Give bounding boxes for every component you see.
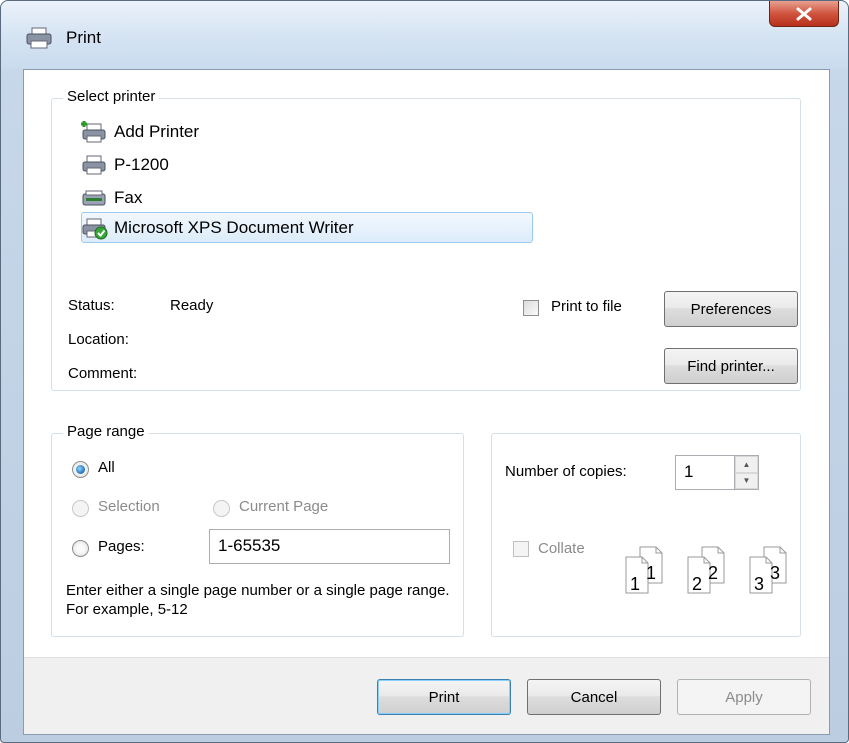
collate-page-number: 3 — [770, 563, 780, 583]
add-printer-icon — [81, 121, 106, 143]
close-button[interactable] — [769, 1, 839, 27]
printer-item-add-printer[interactable]: Add Printer — [77, 117, 199, 147]
print-dialog: Print Select printer Add Printer P-1200 … — [0, 0, 849, 743]
printer-name: P-1200 — [114, 155, 169, 174]
pages-radio[interactable] — [72, 540, 89, 557]
collate-illustration: 1 1 2 2 3 3 — [624, 545, 806, 599]
all-radio[interactable] — [72, 461, 89, 478]
printer-name: Add Printer — [114, 122, 200, 141]
location-label: Location: — [68, 331, 129, 348]
collate-label: Collate — [538, 540, 585, 557]
selection-radio[interactable] — [72, 500, 89, 517]
pages-label: Pages: — [98, 538, 145, 555]
number-of-copies-label: Number of copies: — [505, 463, 627, 480]
cancel-button[interactable]: Cancel — [527, 679, 661, 715]
page-range-hint: Enter either a single page number or a s… — [66, 582, 450, 618]
fax-icon — [82, 190, 106, 206]
current-page-radio[interactable] — [213, 500, 230, 517]
copies-input[interactable]: 1 — [675, 455, 735, 490]
selection-label: Selection — [98, 498, 160, 515]
find-printer-button[interactable]: Find printer... — [664, 348, 798, 384]
printer-icon — [82, 155, 106, 175]
print-button[interactable]: Print — [377, 679, 511, 715]
comment-label: Comment: — [68, 365, 138, 382]
current-page-label: Current Page — [239, 498, 329, 515]
printer-item-xps-document-writer[interactable]: Microsoft XPS Document Writer — [77, 213, 354, 243]
pages-input[interactable]: 1-65535 — [209, 529, 450, 564]
collate-page-number: 2 — [708, 563, 718, 583]
select-printer-label: Select printer — [63, 88, 160, 105]
title-bar: Print — [1, 1, 848, 69]
window-title: Print — [66, 28, 101, 47]
collate-page-number: 2 — [692, 574, 702, 594]
page-range-label: Page range — [63, 423, 149, 440]
dialog-body: Select printer Add Printer P-1200 Fax Mi… — [23, 69, 830, 735]
spin-down-icon[interactable]: ▼ — [735, 472, 758, 489]
collate-page-number: 1 — [646, 563, 656, 583]
spin-up-icon[interactable]: ▲ — [735, 456, 758, 473]
apply-button[interactable]: Apply — [677, 679, 811, 715]
collate-checkbox[interactable] — [513, 541, 529, 557]
copies-spinner[interactable]: ▲ ▼ — [735, 455, 759, 490]
close-icon — [796, 7, 812, 20]
preferences-button[interactable]: Preferences — [664, 291, 798, 327]
printer-name: Microsoft XPS Document Writer — [114, 218, 354, 237]
page-range-group: Page range All Selection Current Page Pa… — [51, 423, 464, 637]
status-label: Status: — [68, 297, 115, 314]
printer-icon — [26, 27, 52, 49]
copies-group: Number of copies: 1 ▲ ▼ Collate 1 1 2 2 … — [491, 433, 801, 637]
print-to-file-checkbox[interactable] — [523, 300, 539, 316]
button-bar: Print Cancel Apply — [24, 657, 829, 734]
printer-item-p-1200[interactable]: P-1200 — [77, 150, 169, 180]
select-printer-group: Select printer Add Printer P-1200 Fax Mi… — [51, 88, 801, 391]
printer-name: Fax — [114, 188, 143, 207]
print-to-file-label: Print to file — [551, 298, 622, 315]
xps-printer-icon — [82, 218, 108, 240]
all-label: All — [98, 459, 115, 476]
status-value: Ready — [170, 297, 214, 314]
printer-item-fax[interactable]: Fax — [77, 183, 142, 213]
collate-page-number: 1 — [630, 574, 640, 594]
collate-page-number: 3 — [754, 574, 764, 594]
